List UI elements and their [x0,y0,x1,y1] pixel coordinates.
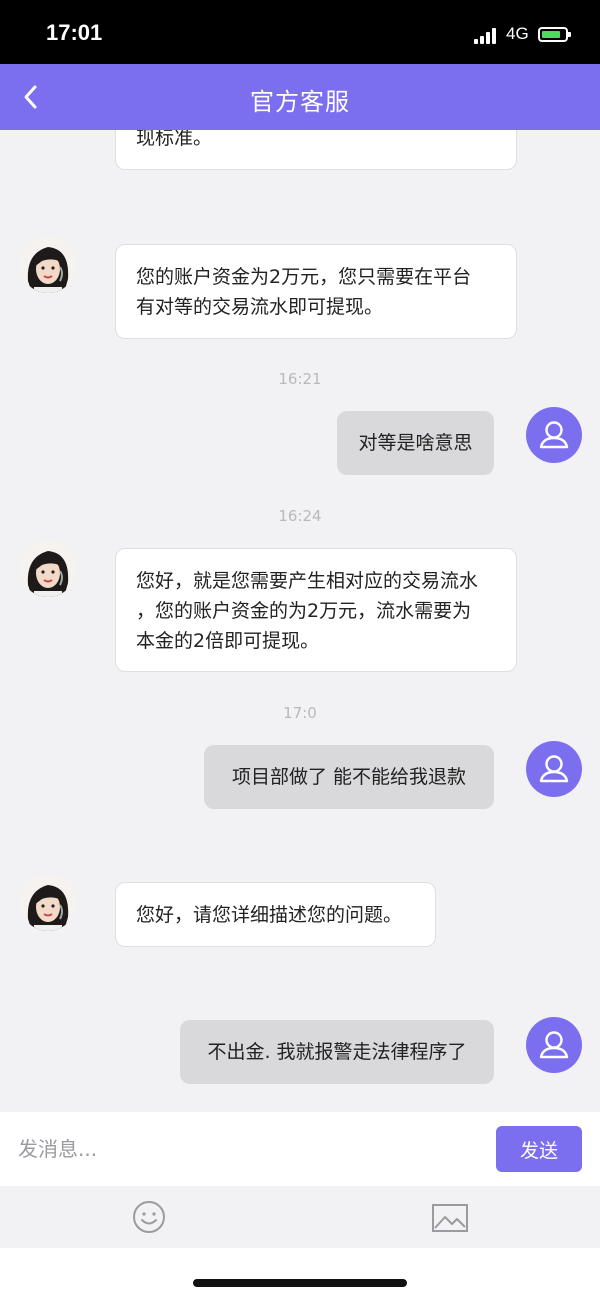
network-label: 4G [506,24,529,43]
person-icon [539,421,569,449]
input-toolbar [0,1186,600,1248]
message-line: 您的账户资金为2万元，您只需要在平台 [136,266,472,288]
agent-avatar[interactable] [20,541,76,597]
message-text: 项目部做了 能不能给我退款 [231,766,467,788]
message-line: 有对等的交易流水即可提现。 [136,296,384,318]
agent-avatar-image [20,875,76,931]
agent-message-bubble: 您好，请您详细描述您的问题。 [115,882,436,947]
chat-header: 官方客服 [0,64,600,130]
user-avatar[interactable] [526,407,582,463]
message-line: 现标准。 [136,130,213,149]
user-avatar[interactable] [526,741,582,797]
message-input-bar: 发送 [0,1112,600,1186]
message-text: 不出金. 我就报警走法律程序了 [207,1041,467,1063]
battery-icon [538,27,571,42]
user-message-bubble: 对等是啥意思 [337,411,494,475]
agent-message-bubble: 您的账户资金为2万元，您只需要在平台 有对等的交易流水即可提现。 [115,244,517,339]
agent-avatar-image [20,237,76,293]
user-message-bubble: 不出金. 我就报警走法律程序了 [180,1020,494,1084]
agent-message-bubble: 现标准。 [115,130,517,170]
message-line: ，您的账户资金的为2万元，流水需要为 [136,600,472,622]
status-bar: 17:01 4G [0,0,600,64]
image-icon[interactable] [431,1202,469,1234]
message-line: 本金的2倍即可提现。 [136,630,320,652]
message-timestamp: 17:0 [283,704,317,722]
agent-avatar[interactable] [20,237,76,293]
message-input[interactable] [0,1112,480,1186]
person-icon [539,755,569,783]
agent-avatar-image [20,541,76,597]
agent-avatar[interactable] [20,875,76,931]
agent-message-bubble: 您好，就是您需要产生相对应的交易流水 ，您的账户资金的为2万元，流水需要为 本金… [115,548,517,672]
send-button[interactable]: 发送 [496,1126,582,1172]
user-avatar[interactable] [526,1017,582,1073]
user-message-bubble: 项目部做了 能不能给我退款 [204,745,494,809]
message-line: 您好，就是您需要产生相对应的交易流水 [136,570,479,592]
smiley-icon[interactable] [131,1199,167,1235]
message-line: 您好，请您详细描述您的问题。 [136,904,403,926]
signal-icon [474,28,498,44]
page-title: 官方客服 [250,88,350,116]
message-timestamp: 16:24 [278,507,322,525]
person-icon [539,1031,569,1059]
message-timestamp: 16:21 [278,370,322,388]
status-time: 17:01 [46,20,103,45]
chat-message-list[interactable]: 现标准。 您的账户资金为2万元，您只需要在平台 有对等的交易流水即可提现。 16… [0,130,600,1112]
home-indicator-area [0,1248,600,1299]
home-indicator[interactable] [193,1279,407,1287]
message-text: 对等是啥意思 [358,432,473,454]
